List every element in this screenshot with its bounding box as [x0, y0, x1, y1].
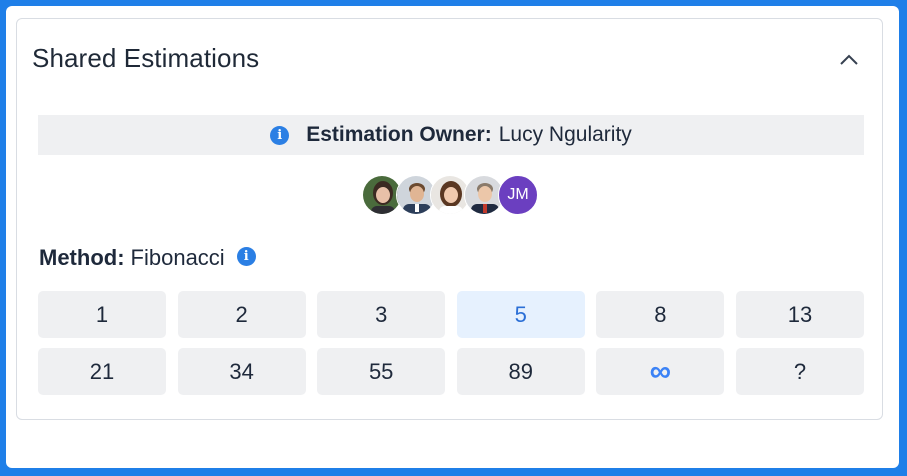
participant-avatars: JM — [362, 175, 538, 217]
estimate-card-89[interactable]: 89 — [456, 348, 585, 395]
estimate-card-8[interactable]: 8 — [596, 291, 725, 338]
estimation-owner-banner: i Estimation Owner: Lucy Ngularity — [38, 115, 864, 155]
estimate-card-21[interactable]: 21 — [38, 348, 166, 395]
estimate-card-question[interactable]: ? — [735, 348, 864, 395]
estimate-card-1[interactable]: 1 — [38, 291, 166, 338]
estimate-card-55[interactable]: 55 — [317, 348, 446, 395]
owner-name: Lucy Ngularity — [498, 123, 632, 146]
estimate-card-2[interactable]: 2 — [177, 291, 306, 338]
method-label: Method: — [39, 245, 125, 270]
chevron-up-icon — [840, 54, 858, 65]
shared-estimations-card: Shared Estimations i Estimation Owner: L… — [16, 18, 883, 420]
method-row: Method: Fibonacci i — [39, 245, 256, 271]
card-title: Shared Estimations — [32, 43, 260, 73]
estimate-card-34[interactable]: 34 — [177, 348, 306, 395]
estimate-card-13[interactable]: 13 — [735, 291, 864, 338]
info-icon[interactable]: i — [270, 125, 290, 145]
window-surface: Shared Estimations i Estimation Owner: L… — [6, 6, 899, 468]
info-icon[interactable]: i — [236, 246, 256, 266]
avatar-initials[interactable]: JM — [498, 175, 538, 215]
estimate-card-5[interactable]: 5 — [456, 291, 585, 338]
estimate-card-3[interactable]: 3 — [317, 291, 446, 338]
estimation-card-grid: 1 2 3 5 8 13 21 34 55 89 ∞ ? — [38, 291, 864, 395]
owner-label: Estimation Owner: — [306, 123, 492, 146]
estimate-card-infinity[interactable]: ∞ — [596, 348, 725, 395]
collapse-button[interactable] — [836, 47, 862, 73]
method-value: Fibonacci — [130, 245, 225, 270]
